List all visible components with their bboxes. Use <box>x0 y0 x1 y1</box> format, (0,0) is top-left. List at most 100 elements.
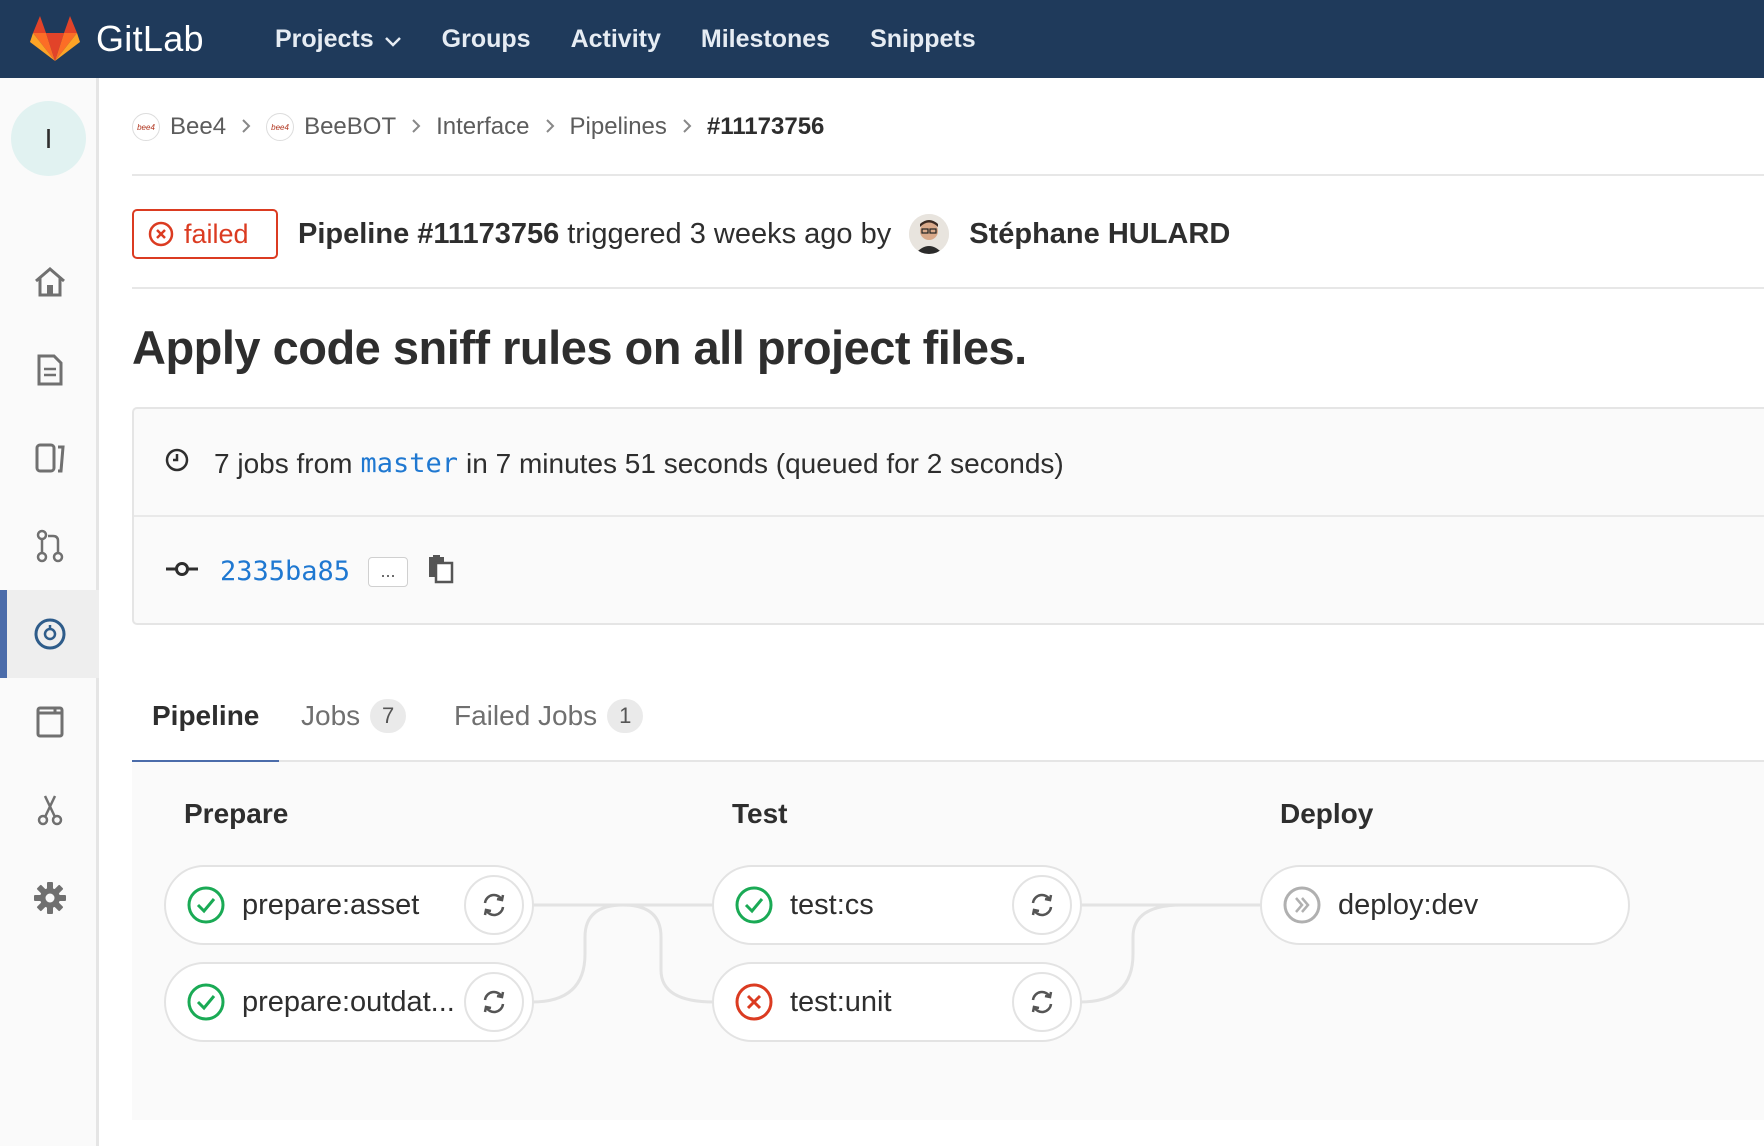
commit-sha-link[interactable]: 2335ba85 <box>220 556 350 587</box>
issues-icon <box>35 443 65 473</box>
success-status-icon <box>186 885 226 925</box>
gitlab-brand[interactable]: GitLab <box>30 16 275 62</box>
manual-status-icon <box>1282 885 1322 925</box>
branch-link[interactable]: master <box>361 448 459 479</box>
nav-groups[interactable]: Groups <box>442 25 531 54</box>
tab-jobs[interactable]: Jobs 7 <box>301 670 407 762</box>
sidebar-item-wiki[interactable] <box>0 678 99 766</box>
job-test-cs[interactable]: test:cs <box>712 865 1082 945</box>
tab-failed-jobs[interactable]: Failed Jobs 1 <box>454 670 644 762</box>
tab-jobs-label: Jobs <box>301 700 361 731</box>
failed-jobs-count-badge: 1 <box>607 699 644 733</box>
nav-snippets[interactable]: Snippets <box>870 25 976 54</box>
retry-icon <box>1031 990 1053 1014</box>
breadcrumb-project[interactable]: bee4 BeeBOT <box>266 113 396 141</box>
nav-activity[interactable]: Activity <box>571 25 661 54</box>
breadcrumb: bee4 Bee4 bee4 BeeBOT Interface Pipeline… <box>132 105 824 149</box>
brand-name: GitLab <box>96 18 204 59</box>
project-sidebar: I <box>0 78 99 1146</box>
job-prepare-asset[interactable]: prepare:asset <box>164 865 534 945</box>
pipeline-id: Pipeline #11173756 <box>298 217 560 250</box>
stage-title-test: Test <box>732 798 788 829</box>
retry-icon <box>1031 893 1053 917</box>
nav-projects-label: Projects <box>275 24 374 53</box>
tab-pipeline-label: Pipeline <box>152 700 260 731</box>
nav-projects[interactable]: Projects <box>275 25 402 54</box>
commit-row: 2335ba85 ... <box>166 554 456 589</box>
project-small-avatar: bee4 <box>266 113 295 141</box>
stage-title-prepare: Prepare <box>184 798 289 829</box>
stage-title-deploy: Deploy <box>1280 798 1374 829</box>
retry-button[interactable] <box>464 972 524 1032</box>
tab-pipeline[interactable]: Pipeline <box>131 670 280 764</box>
job-prepare-outdated[interactable]: prepare:outdat... <box>164 962 534 1042</box>
retry-icon <box>483 990 505 1014</box>
sidebar-item-ci-cd[interactable] <box>0 590 99 678</box>
book-icon <box>36 706 63 738</box>
pipeline-header: Pipeline #11173756 triggered 3 weeks ago… <box>298 214 1230 254</box>
clipboard-icon <box>429 555 454 584</box>
jobs-count-badge: 7 <box>370 699 407 733</box>
merge-request-icon <box>36 529 63 563</box>
breadcrumb-pipelines[interactable]: Pipelines <box>570 113 667 141</box>
scissors-icon <box>37 795 62 826</box>
breadcrumb-current[interactable]: #11173756 <box>707 113 824 141</box>
divider <box>132 174 1764 176</box>
page-title: Apply code sniff rules on all project fi… <box>132 321 1027 374</box>
duration-text: in 7 minutes 51 seconds (queued for 2 se… <box>466 447 1064 479</box>
failed-status-icon <box>148 221 174 247</box>
breadcrumb-interface[interactable]: Interface <box>436 113 529 141</box>
jobs-count-text: 7 jobs from <box>214 447 353 479</box>
jobs-summary: 7 jobs from master in 7 minutes 51 secon… <box>164 447 1064 480</box>
home-icon <box>34 267 65 297</box>
sidebar-item-merge-requests[interactable] <box>0 502 99 590</box>
job-name: prepare:asset <box>242 888 420 921</box>
gitlab-logo-icon <box>30 16 80 61</box>
chevron-right-icon <box>681 113 693 141</box>
pipeline-tabs: Pipeline Jobs 7 Failed Jobs 1 <box>131 670 1764 764</box>
job-name: test:cs <box>790 888 874 921</box>
job-name: deploy:dev <box>1338 888 1479 921</box>
retry-button[interactable] <box>1012 875 1072 935</box>
chevron-down-icon <box>384 25 402 54</box>
retry-icon <box>483 893 505 917</box>
expand-commit-message-button[interactable]: ... <box>368 556 409 587</box>
retry-button[interactable] <box>1012 972 1072 1032</box>
pipeline-graph: Prepare prepare:asset prepare:outdat... … <box>132 762 1764 1120</box>
breadcrumb-project-label: BeeBOT <box>304 113 397 140</box>
job-test-unit[interactable]: test:unit <box>712 962 1082 1042</box>
breadcrumb-group-label: Bee4 <box>170 113 227 140</box>
copy-sha-button[interactable] <box>426 554 456 589</box>
sidebar-item-overview[interactable] <box>0 326 99 414</box>
retry-button[interactable] <box>464 875 524 935</box>
triggered-text: triggered 3 weeks ago by <box>567 217 892 250</box>
avatar[interactable] <box>909 214 950 254</box>
gear-icon <box>33 882 66 914</box>
clock-icon <box>164 447 190 480</box>
job-deploy-dev[interactable]: deploy:dev <box>1260 865 1630 945</box>
sidebar-item-settings[interactable] <box>0 854 99 942</box>
sidebar-item-home[interactable] <box>0 238 99 326</box>
pipeline-info-box: 7 jobs from master in 7 minutes 51 secon… <box>132 407 1764 625</box>
chevron-right-icon <box>240 113 252 141</box>
rocket-gauge-icon <box>34 618 65 650</box>
status-badge[interactable]: failed <box>132 209 278 259</box>
divider <box>134 515 1764 517</box>
success-status-icon <box>734 885 774 925</box>
top-navbar: GitLab Projects Groups Activity Mileston… <box>0 0 1764 78</box>
sidebar-item-snippets[interactable] <box>0 766 99 854</box>
tab-failed-jobs-label: Failed Jobs <box>454 700 598 731</box>
user-name[interactable]: Stéphane HULARD <box>969 218 1230 251</box>
job-name: prepare:outdat... <box>242 985 455 1018</box>
job-name: test:unit <box>790 985 892 1018</box>
success-status-icon <box>186 982 226 1022</box>
divider <box>132 287 1764 289</box>
project-avatar[interactable]: I <box>11 101 86 176</box>
failed-status-icon <box>734 982 774 1022</box>
breadcrumb-group[interactable]: bee4 Bee4 <box>132 113 226 141</box>
chevron-right-icon <box>544 113 556 141</box>
document-icon <box>37 354 62 386</box>
nav-milestones[interactable]: Milestones <box>701 25 830 54</box>
status-label: failed <box>184 218 249 249</box>
sidebar-item-issues[interactable] <box>0 414 99 502</box>
